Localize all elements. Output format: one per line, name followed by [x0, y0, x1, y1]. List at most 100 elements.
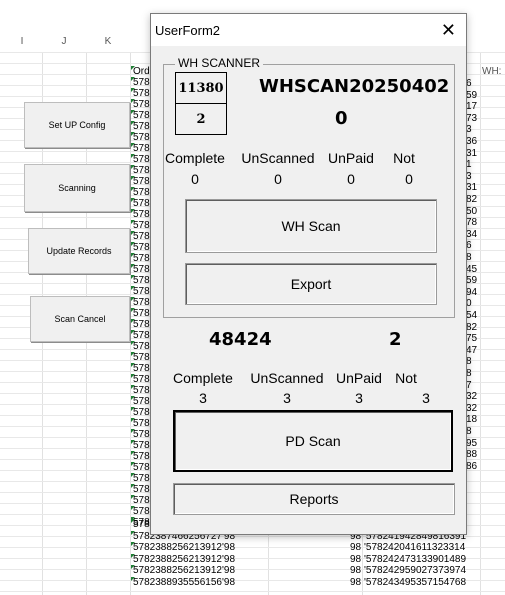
order-cell[interactable]: 578	[131, 165, 150, 176]
right-cell[interactable]: 88	[466, 449, 477, 460]
order-cell[interactable]: 578	[131, 77, 150, 88]
right-cell[interactable]: 86	[466, 461, 477, 472]
order-cell[interactable]: 578	[131, 418, 150, 429]
order-cell[interactable]: 578	[131, 462, 150, 473]
order-cell[interactable]: 578	[131, 242, 150, 253]
wh-box-bottom: 2	[175, 103, 227, 135]
tracking-cell[interactable]: '578243495357154768	[364, 577, 466, 588]
order-cell[interactable]: 578	[131, 473, 150, 484]
column-header-i[interactable]: I	[12, 36, 32, 52]
right-cell[interactable]: 95	[466, 438, 477, 449]
wh-scan-button[interactable]: WH Scan	[185, 199, 437, 253]
right-cell[interactable]: 47	[466, 345, 477, 356]
order-cell[interactable]: 578	[131, 110, 150, 121]
dialog-titlebar[interactable]: UserForm2 ✕	[151, 14, 466, 46]
userform-dialog: UserForm2 ✕ WH SCANNER 11380 2 WHSCAN202…	[150, 13, 467, 535]
right-cell[interactable]: 31	[466, 182, 477, 193]
order-cell[interactable]: 578	[131, 506, 150, 517]
order-cell[interactable]: 578	[131, 143, 150, 154]
dialog-title: UserForm2	[155, 23, 221, 38]
right-cell[interactable]: 31	[466, 148, 477, 159]
order-cell[interactable]: 578	[131, 319, 150, 330]
update-records-button[interactable]: Update Records	[28, 228, 130, 274]
order-cell[interactable]: 578	[131, 132, 150, 143]
order-cell[interactable]: 578	[131, 297, 150, 308]
order-cell[interactable]: 578	[131, 429, 150, 440]
tracking-cell[interactable]: '578242959027373974	[364, 565, 466, 576]
right-cell[interactable]: 32	[466, 391, 477, 402]
order-cell[interactable]: 578	[131, 275, 150, 286]
wh-complete-label: Complete	[165, 150, 225, 166]
scan-cancel-button[interactable]: Scan Cancel	[30, 296, 130, 342]
scanning-button[interactable]: Scanning	[24, 164, 130, 212]
order-cell[interactable]: 5782388935556156'98	[130, 577, 235, 588]
tracking-cell[interactable]: '578242473133901489	[364, 554, 466, 565]
tracking-cell[interactable]: '578242041611323314	[364, 542, 465, 553]
order-cell[interactable]: 578	[131, 209, 150, 220]
order-cell[interactable]: 578	[131, 220, 150, 231]
pd-unpaid-value: 3	[355, 390, 363, 406]
order-cell[interactable]: 578	[131, 330, 150, 341]
setup-config-button[interactable]: Set UP Config	[24, 102, 130, 148]
export-button[interactable]: Export	[185, 263, 437, 305]
right-cell[interactable]: 94	[466, 287, 477, 298]
reports-button[interactable]: Reports	[173, 483, 455, 515]
qty-cell[interactable]: 98	[350, 554, 361, 565]
order-cell[interactable]: 578	[131, 286, 150, 297]
order-cell[interactable]: 578	[131, 341, 150, 352]
right-cell[interactable]: 45	[466, 264, 477, 275]
right-cell[interactable]: 59	[466, 275, 477, 286]
order-cell[interactable]: 578	[131, 99, 150, 110]
order-cell[interactable]: 578	[131, 440, 150, 451]
order-cell[interactable]: 578	[131, 88, 150, 99]
order-cell[interactable]: 5782388256213912'98	[130, 553, 235, 565]
order-cell[interactable]: 578	[131, 308, 150, 319]
qty-cell[interactable]: 98	[350, 565, 361, 576]
right-cell[interactable]: 82	[466, 322, 477, 333]
order-cell[interactable]: 578	[131, 374, 150, 385]
pd-unpaid-label: UnPaid	[336, 370, 382, 386]
order-cell[interactable]: 578	[131, 231, 150, 242]
order-cell[interactable]: 578	[131, 121, 150, 132]
right-cell[interactable]: 50	[466, 206, 477, 217]
pd-right-number: 2	[389, 329, 402, 350]
order-cell[interactable]: 578	[131, 495, 150, 506]
right-cell[interactable]: 54	[466, 310, 477, 321]
right-cell[interactable]: 17	[466, 101, 477, 112]
order-cell[interactable]: 578	[131, 385, 150, 396]
column-header-j[interactable]: J	[54, 36, 74, 52]
order-cell[interactable]: 578	[131, 396, 150, 407]
wh-not-value: 0	[405, 171, 413, 187]
order-cell[interactable]: 578	[131, 154, 150, 165]
right-cell[interactable]: 75	[466, 333, 477, 344]
order-cell[interactable]: 578	[131, 352, 150, 363]
right-cell[interactable]: 34	[466, 229, 477, 240]
qty-cell[interactable]: 98	[350, 577, 361, 588]
order-cell[interactable]: 578	[131, 198, 150, 209]
order-cell[interactable]: 578	[131, 484, 150, 495]
right-cell[interactable]: 36	[466, 136, 477, 147]
order-cell[interactable]: 578	[131, 187, 150, 198]
right-cell[interactable]: 78	[466, 217, 477, 228]
grid-row-line	[0, 591, 505, 592]
order-cell[interactable]: 578	[131, 407, 150, 418]
column-header-k[interactable]: K	[98, 36, 118, 52]
right-cell[interactable]: 18	[466, 414, 477, 425]
close-icon[interactable]: ✕	[441, 20, 456, 41]
right-cell[interactable]: 73	[466, 113, 477, 124]
order-cell[interactable]: 578	[131, 176, 150, 187]
order-cell[interactable]: 578	[131, 363, 150, 374]
pd-complete-value: 3	[199, 390, 207, 406]
right-cell[interactable]: 82	[466, 194, 477, 205]
order-cell[interactable]: 578	[131, 451, 150, 462]
order-cell[interactable]: 578	[131, 264, 150, 275]
qty-cell[interactable]: 98	[350, 542, 361, 553]
order-cell[interactable]: 5782388256213912'98	[130, 542, 235, 553]
order-cell[interactable]: 578	[131, 253, 150, 264]
pd-unscanned-label: UnScanned	[250, 370, 324, 386]
right-cell[interactable]: 59	[466, 90, 477, 101]
right-cell[interactable]: 32	[466, 403, 477, 414]
order-header-cell[interactable]: Ord	[131, 66, 150, 77]
pd-scan-button[interactable]: PD Scan	[173, 410, 453, 472]
order-cell[interactable]: 5782388256213912'98	[130, 565, 235, 576]
